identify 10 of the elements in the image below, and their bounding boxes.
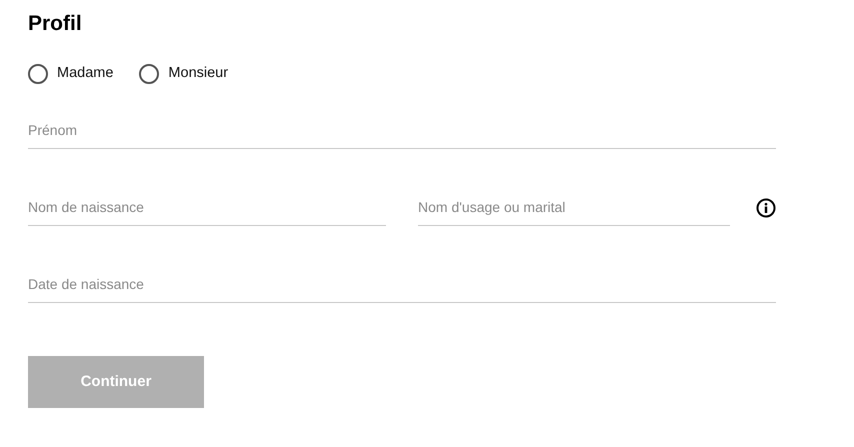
input-field[interactable]: Nom de naissance: [28, 196, 386, 226]
input-field[interactable]: Date de naissance: [28, 272, 776, 303]
input-field[interactable]: Prénom: [28, 118, 776, 149]
radio-label[interactable]: Madame: [57, 63, 114, 85]
radio-button[interactable]: [28, 64, 48, 84]
radio-button[interactable]: [139, 64, 160, 84]
page-title: Profil: [28, 11, 83, 37]
radio-label[interactable]: Monsieur: [168, 63, 228, 85]
info-icon[interactable]: [756, 198, 776, 218]
input-field[interactable]: Nom d'usage ou marital: [418, 196, 730, 226]
